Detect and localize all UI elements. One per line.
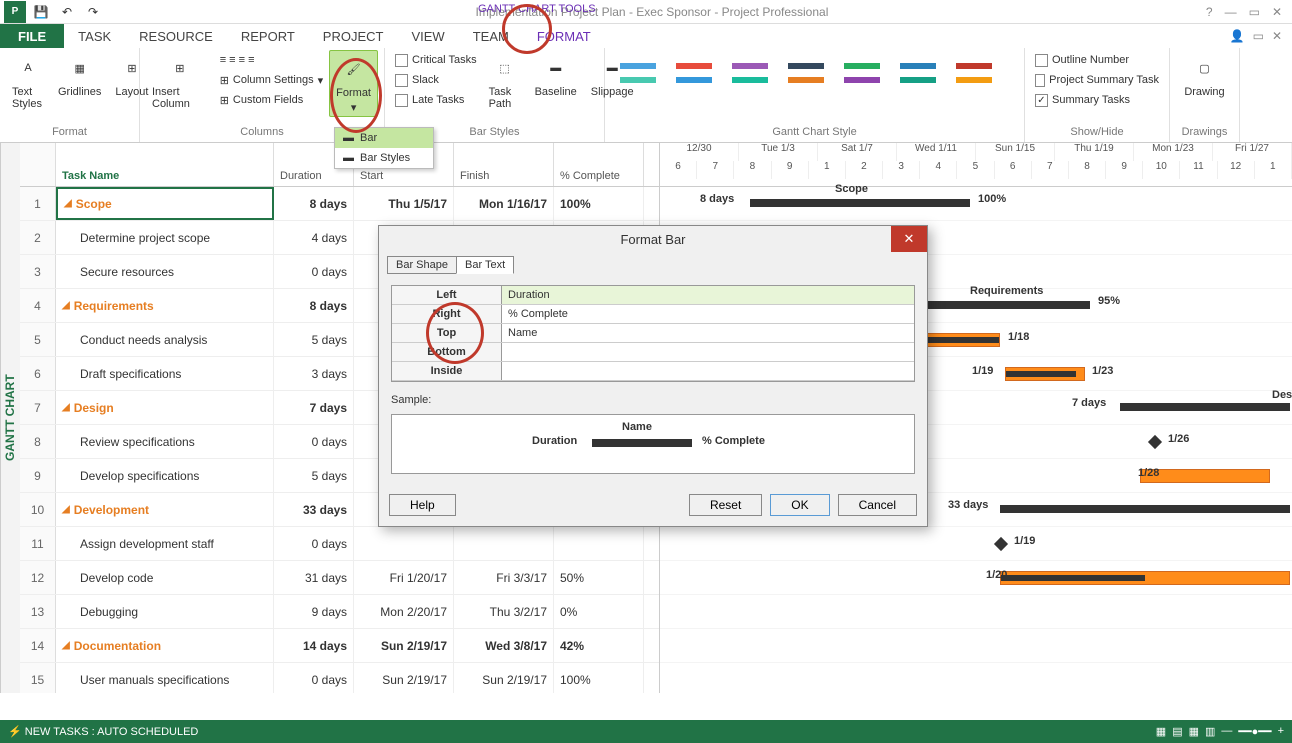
tab-resource[interactable]: RESOURCE xyxy=(125,24,227,48)
project-app-icon: P xyxy=(4,1,26,23)
ok-button[interactable]: OK xyxy=(770,494,829,516)
zoom-out[interactable]: — xyxy=(1221,725,1232,738)
tab-bar-shape[interactable]: Bar Shape xyxy=(387,256,457,274)
zoom-slider[interactable]: ━━●━━ xyxy=(1238,725,1271,738)
redo-icon[interactable]: ↷ xyxy=(82,1,104,23)
view-shortcut-4[interactable]: ▥ xyxy=(1205,725,1215,738)
window-icon[interactable]: ▭ xyxy=(1253,29,1264,43)
tab-project[interactable]: PROJECT xyxy=(309,24,398,48)
project-summary-check[interactable]: Project Summary Task xyxy=(1031,70,1163,90)
group-drawings: Drawings xyxy=(1176,126,1233,140)
col-finish[interactable]: Finish xyxy=(454,143,554,186)
row-right-label: Right xyxy=(392,305,502,323)
row-right-value[interactable]: % Complete xyxy=(502,305,914,323)
minimize-icon[interactable]: — xyxy=(1225,5,1237,19)
help-button[interactable]: Help xyxy=(389,494,456,516)
dialog-close-button[interactable]: ✕ xyxy=(891,226,927,252)
critical-tasks-check[interactable]: Critical Tasks xyxy=(391,50,481,70)
dd-bar-styles[interactable]: ▬Bar Styles xyxy=(335,148,433,168)
align-buttons[interactable]: ≡ ≡ ≡ ≡ xyxy=(216,50,327,70)
text-styles-button[interactable]: AText Styles xyxy=(6,50,50,112)
dialog-title: Format Bar xyxy=(620,232,685,247)
row-inside-label: Inside xyxy=(392,362,502,380)
table-row[interactable]: 13Debugging9 daysMon 2/20/17Thu 3/2/170% xyxy=(20,595,659,629)
view-shortcut-3[interactable]: ▦ xyxy=(1189,725,1199,738)
cancel-button[interactable]: Cancel xyxy=(838,494,917,516)
tool-context-title: GANTT CHART TOOLS xyxy=(478,3,596,15)
row-top-value[interactable]: Name xyxy=(502,324,914,342)
status-text: NEW TASKS : AUTO SCHEDULED xyxy=(25,726,199,738)
view-shortcut-2[interactable]: ▤ xyxy=(1172,725,1182,738)
undo-icon[interactable]: ↶ xyxy=(56,1,78,23)
group-format: Format xyxy=(6,126,133,140)
format-bar-dialog: Format Bar ✕ Bar ShapeBar Text LeftDurat… xyxy=(378,225,928,527)
insert-column-button[interactable]: ⊞Insert Column xyxy=(146,50,214,117)
bar-styles-icon: ▬ xyxy=(343,152,354,164)
save-icon[interactable]: 💾 xyxy=(30,1,52,23)
help-icon[interactable]: ? xyxy=(1206,5,1213,19)
gantt-style-gallery[interactable] xyxy=(611,50,1018,96)
group-showhide: Show/Hide xyxy=(1031,126,1163,140)
row-bottom-value[interactable] xyxy=(502,343,914,361)
table-row[interactable]: 14◢Documentation14 daysSun 2/19/17Wed 3/… xyxy=(20,629,659,663)
restore-icon[interactable]: ▭ xyxy=(1249,5,1260,19)
col-complete[interactable]: % Complete xyxy=(554,143,644,186)
custom-fields-button[interactable]: ⊞ Custom Fields xyxy=(216,90,327,110)
reset-button[interactable]: Reset xyxy=(689,494,762,516)
view-shortcut-1[interactable]: ▦ xyxy=(1156,725,1166,738)
new-tasks-icon: ⚡ xyxy=(8,725,22,738)
side-label: GANTT CHART xyxy=(0,143,20,693)
outline-number-check[interactable]: Outline Number xyxy=(1031,50,1163,70)
table-row[interactable]: 1◢Scope8 daysThu 1/5/17Mon 1/16/17100% xyxy=(20,187,659,221)
row-top-label: Top xyxy=(392,324,502,342)
group-ganttstyle: Gantt Chart Style xyxy=(611,126,1018,140)
zoom-in[interactable]: + xyxy=(1278,725,1284,738)
account-icon[interactable]: 👤 xyxy=(1230,29,1245,43)
tab-report[interactable]: REPORT xyxy=(227,24,309,48)
format-dropdown: ▬Bar ▬Bar Styles xyxy=(334,127,434,169)
row-bottom-label: Bottom xyxy=(392,343,502,361)
close-icon[interactable]: ✕ xyxy=(1272,5,1282,19)
slack-check[interactable]: Slack xyxy=(391,70,481,90)
baseline-button[interactable]: ▬Baseline xyxy=(529,50,583,112)
sample-preview: Name Duration % Complete xyxy=(391,414,915,474)
row-inside-value[interactable] xyxy=(502,362,914,380)
window-title: Implementation Project Plan - Exec Spons… xyxy=(108,5,1196,19)
tab-bar-text[interactable]: Bar Text xyxy=(456,256,514,274)
tab-file[interactable]: FILE xyxy=(0,24,64,48)
row-left-label: Left xyxy=(392,286,502,304)
late-tasks-check[interactable]: Late Tasks xyxy=(391,90,481,110)
bar-icon: ▬ xyxy=(343,132,354,144)
column-settings-button[interactable]: ⊞ Column Settings ▾ xyxy=(216,70,327,90)
drawing-button[interactable]: ▢Drawing xyxy=(1176,50,1233,100)
gridlines-button[interactable]: ▦Gridlines xyxy=(52,50,107,112)
table-row[interactable]: 15User manuals specifications0 daysSun 2… xyxy=(20,663,659,693)
sample-label: Sample: xyxy=(391,394,915,406)
row-left-value[interactable]: Duration xyxy=(502,286,914,304)
col-name[interactable]: Task Name xyxy=(56,143,274,186)
tab-view[interactable]: VIEW xyxy=(397,24,458,48)
tab-team[interactable]: TEAM xyxy=(459,24,523,48)
summary-tasks-check[interactable]: ✓Summary Tasks xyxy=(1031,90,1163,110)
format-split-button[interactable]: 🖌Format▾ xyxy=(329,50,378,117)
table-row[interactable]: 12Develop code31 daysFri 1/20/17Fri 3/3/… xyxy=(20,561,659,595)
close-doc-icon[interactable]: ✕ xyxy=(1272,29,1282,43)
tab-task[interactable]: TASK xyxy=(64,24,125,48)
dd-bar[interactable]: ▬Bar xyxy=(335,128,433,148)
task-path-button[interactable]: ⬚Task Path xyxy=(483,50,527,112)
tab-format[interactable]: FORMAT xyxy=(523,24,605,48)
table-row[interactable]: 11Assign development staff0 days xyxy=(20,527,659,561)
